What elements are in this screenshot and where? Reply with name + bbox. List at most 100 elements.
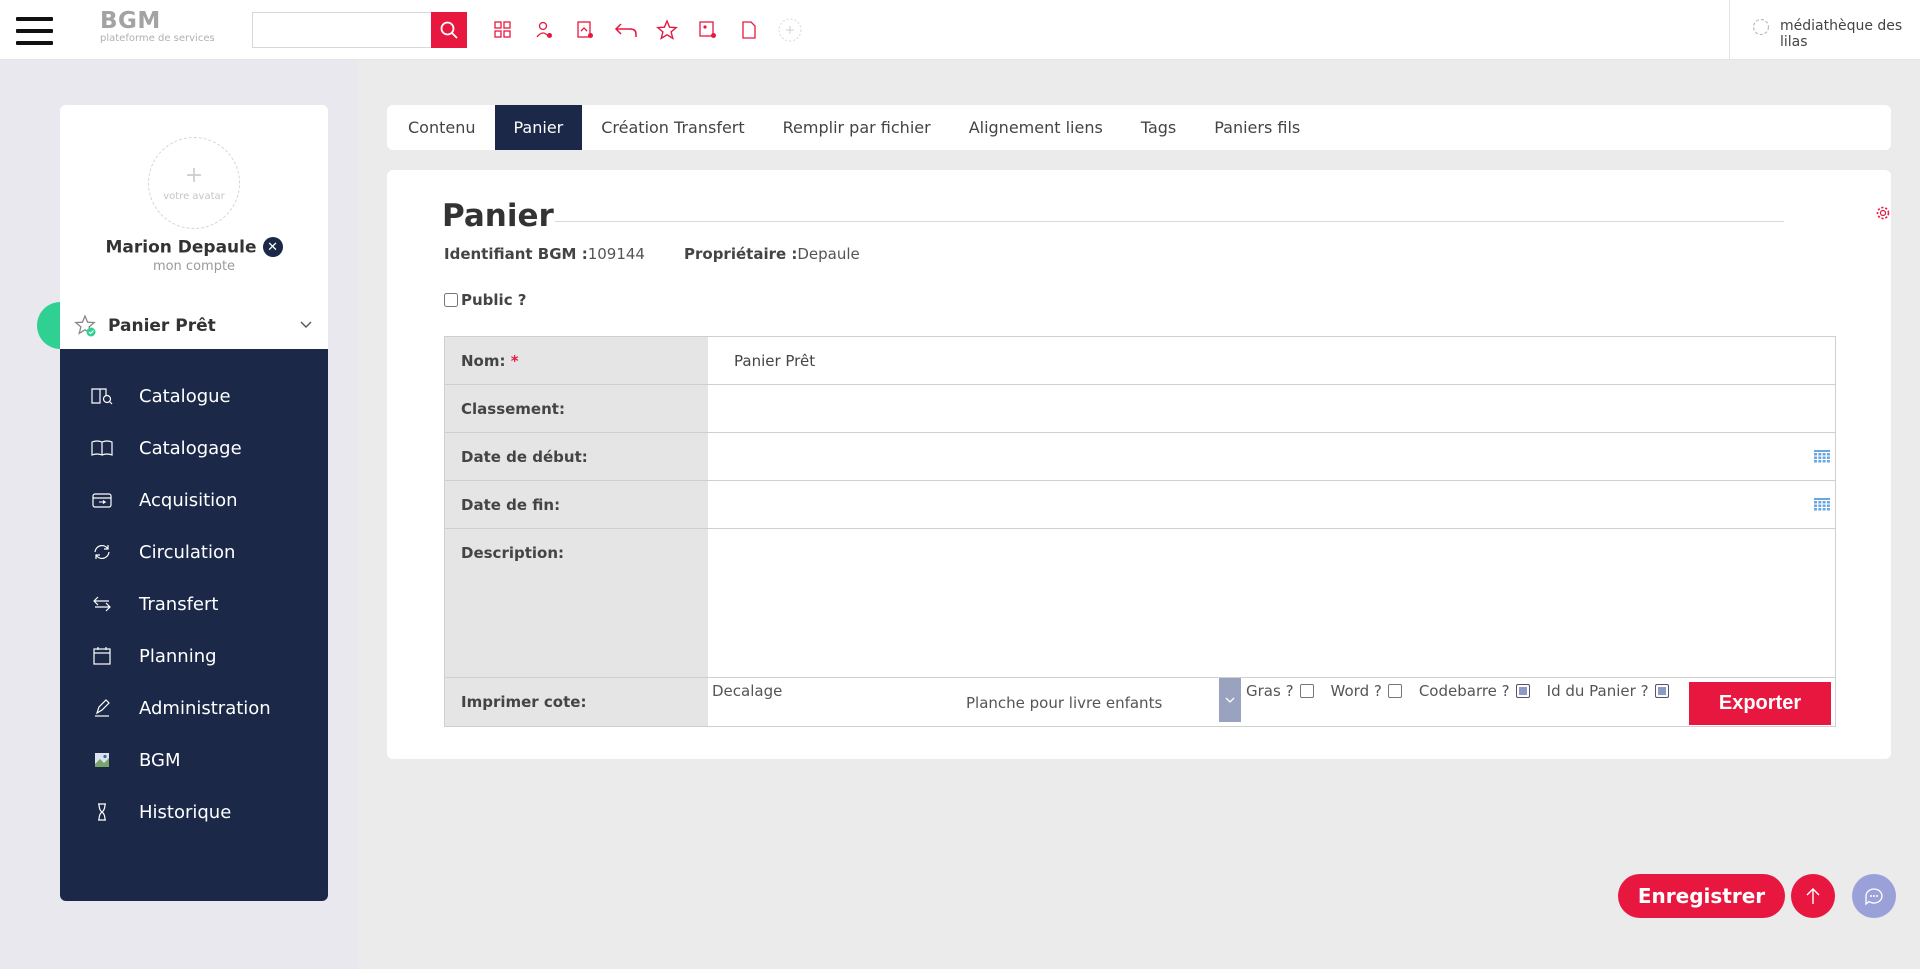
avatar[interactable]: + votre avatar (148, 137, 240, 229)
id-panier-option: Id du Panier ? (1547, 682, 1669, 700)
hourglass-icon (90, 800, 114, 824)
sidebar-item-planning[interactable]: Planning (60, 630, 328, 682)
sidebar-item-label: Transfert (139, 593, 219, 615)
sidebar-item-catalogue[interactable]: Catalogue (60, 370, 328, 422)
tab-contenu[interactable]: Contenu (389, 105, 495, 150)
sidebar-item-administration[interactable]: Administration (60, 682, 328, 734)
codebarre-checkbox[interactable] (1515, 684, 1530, 698)
basket-panel: Panier Identifiant BGM :109144 Propriéta… (387, 170, 1891, 759)
chat-button[interactable] (1852, 874, 1896, 918)
sidebar-item-circulation[interactable]: Circulation (60, 526, 328, 578)
user-add-icon[interactable] (531, 17, 557, 43)
undo-icon[interactable] (613, 17, 639, 43)
bgm-id-label: Identifiant BGM : (444, 245, 588, 263)
chevron-down-icon[interactable] (1219, 678, 1241, 722)
calendar-picker-icon[interactable] (1813, 447, 1831, 465)
tab-alignement-liens[interactable]: Alignement liens (950, 105, 1122, 150)
sidebar-item-label: Catalogage (139, 437, 242, 459)
tab-remplir-par-fichier[interactable]: Remplir par fichier (764, 105, 950, 150)
calendar-picker-icon[interactable] (1813, 495, 1831, 513)
date-fin-input[interactable] (708, 481, 1835, 528)
imprimer-label: Imprimer cote: (445, 678, 708, 726)
avatar-label: votre avatar (163, 190, 225, 202)
library-name: médiathèque des lilas (1780, 18, 1903, 50)
decalage-label: Decalage (712, 682, 783, 700)
date-debut-field-wrap (708, 433, 1835, 480)
page-icon[interactable] (736, 17, 762, 43)
sidebar-item-catalogage[interactable]: Catalogage (60, 422, 328, 474)
date-debut-input[interactable] (708, 433, 1835, 480)
print-checkboxes: Gras ? Word ? Codebarre ? Id du Panier ? (1241, 678, 1686, 726)
nom-input[interactable] (708, 337, 1835, 384)
calendar-icon (90, 644, 114, 668)
id-panier-label: Id du Panier ? (1546, 682, 1649, 700)
form-row-description: Description: (445, 529, 1835, 678)
top-divider (1729, 0, 1730, 60)
form-row-nom: Nom: * (445, 337, 1835, 385)
form-row-date-debut: Date de début: (445, 433, 1835, 481)
classement-label: Classement: (445, 385, 708, 432)
save-button[interactable]: Enregistrer (1618, 874, 1785, 918)
user-name[interactable]: Marion Depaule (105, 238, 256, 258)
basket-selector[interactable]: Panier Prêt (60, 302, 328, 349)
sidebar-item-label: Planning (139, 645, 217, 667)
sidebar-item-historique[interactable]: Historique (60, 786, 328, 838)
chevron-down-icon (300, 321, 312, 328)
gras-checkbox[interactable] (1299, 684, 1314, 698)
title-divider (555, 221, 1784, 222)
swap-icon (90, 592, 114, 616)
decalage-select[interactable]: Decalage Planche pour livre enfants (708, 678, 1241, 726)
basket-label: Panier Prêt (108, 315, 216, 336)
public-checkbox[interactable] (444, 293, 458, 307)
inbox-icon (90, 488, 114, 512)
sidebar-item-transfert[interactable]: Transfert (60, 578, 328, 630)
basket-form: Nom: * Classement: Date de début: Date d… (444, 336, 1836, 727)
user-row: Marion Depaule ✕ mon compte (60, 237, 328, 274)
logout-icon[interactable]: ✕ (262, 237, 283, 257)
sidebar-item-label: Historique (139, 801, 232, 823)
sidebar-item-bgm[interactable]: BGM (60, 734, 328, 786)
library-selector[interactable]: médiathèque des lilas (1752, 18, 1905, 50)
date-fin-label: Date de fin: (445, 481, 708, 528)
grid-add-icon[interactable] (490, 17, 516, 43)
description-input[interactable] (708, 529, 1835, 677)
menu-icon[interactable] (16, 17, 53, 45)
tab-panier[interactable]: Panier (494, 105, 583, 150)
tab-tags[interactable]: Tags (1122, 105, 1195, 150)
form-row-date-fin: Date de fin: (445, 481, 1835, 529)
chat-icon (1865, 888, 1883, 906)
book-search-icon (90, 384, 114, 408)
scroll-top-button[interactable] (1791, 874, 1835, 918)
sidebar-item-label: Catalogue (139, 385, 231, 407)
sidebar-nav: Catalogue Catalogage Acquisition Circula… (60, 349, 328, 901)
search-button[interactable] (431, 12, 467, 48)
print-options: Decalage Planche pour livre enfants Gras… (708, 678, 1835, 726)
add-circle-icon[interactable] (777, 17, 803, 43)
bgm-id-value: 109144 (587, 245, 645, 263)
export-button[interactable]: Exporter (1689, 682, 1831, 725)
search-input[interactable] (253, 13, 431, 47)
classement-input[interactable] (708, 385, 1835, 432)
word-checkbox[interactable] (1387, 684, 1402, 698)
image-add-icon[interactable] (695, 17, 721, 43)
planche-value: Planche pour livre enfants (966, 694, 1163, 712)
document-add-icon[interactable] (572, 17, 598, 43)
sidebar-item-acquisition[interactable]: Acquisition (60, 474, 328, 526)
id-panier-checkbox[interactable] (1654, 684, 1669, 698)
gear-icon[interactable] (1875, 205, 1891, 221)
form-row-classement: Classement: (445, 385, 1835, 433)
logo[interactable]: BGM plateforme de services (100, 9, 215, 45)
form-row-imprimer-cote: Imprimer cote: Decalage Planche pour liv… (445, 678, 1835, 726)
description-label: Description: (445, 529, 708, 677)
gras-label: Gras ? (1246, 682, 1294, 700)
description-field-wrap (708, 529, 1835, 677)
account-link[interactable]: mon compte (60, 259, 328, 274)
public-label: Public ? (461, 291, 527, 309)
refresh-icon (90, 540, 114, 564)
sidebar-item-label: Acquisition (139, 489, 238, 511)
star-icon[interactable] (654, 17, 680, 43)
classement-field-wrap (708, 385, 1835, 432)
tab-creation-transfert[interactable]: Création Transfert (582, 105, 763, 150)
tab-paniers-fils[interactable]: Paniers fils (1195, 105, 1319, 150)
public-toggle: Public ? (444, 291, 527, 309)
